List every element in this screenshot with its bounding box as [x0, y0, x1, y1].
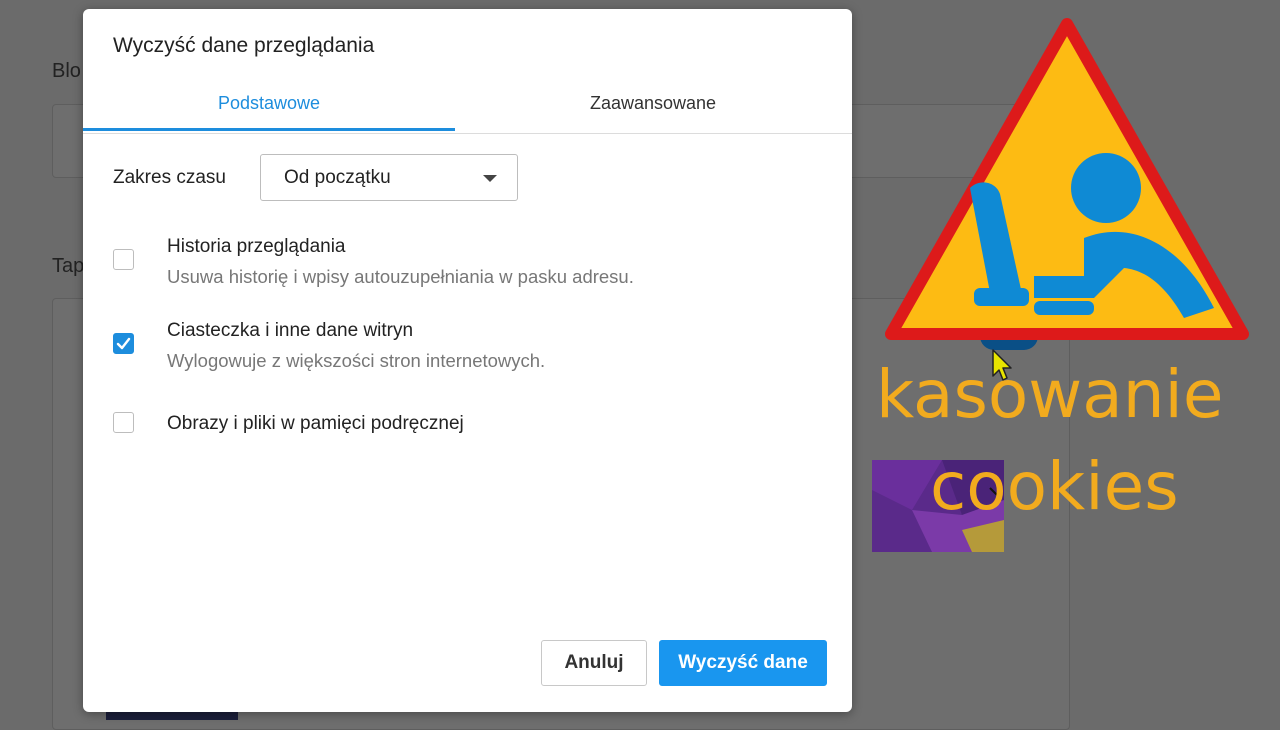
time-range-label: Zakres czasu — [113, 167, 226, 188]
option-title-cache: Obrazy i pliki w pamięci podręcznej — [167, 413, 464, 434]
dialog-title: Wyczyść dane przeglądania — [113, 34, 375, 57]
bg-section-label-2: Tap — [52, 255, 85, 277]
overlay-text-line2: cookies — [930, 448, 1179, 525]
checkbox-cookies[interactable] — [113, 333, 134, 354]
chevron-down-icon — [483, 175, 497, 182]
tab-bar: Podstawowe Zaawansowane — [83, 79, 852, 134]
bg-section-label-1: Blo — [52, 60, 81, 82]
clear-data-button[interactable]: Wyczyść dane — [659, 640, 827, 686]
checkbox-browsing-history[interactable] — [113, 249, 134, 270]
checkbox-cached-images[interactable] — [113, 412, 134, 433]
option-title-cookies: Ciasteczka i inne dane witryn — [167, 320, 414, 341]
time-range-select[interactable]: Od początku — [260, 154, 518, 201]
tab-basic[interactable]: Podstawowe — [83, 79, 455, 131]
bg-dark-thumbnail — [106, 712, 238, 720]
option-desc-history: Usuwa historię i wpisy autouzupełniania … — [167, 266, 634, 287]
cancel-button[interactable]: Anuluj — [541, 640, 647, 686]
warning-sign-icon — [885, 18, 1249, 340]
checkmark-icon — [116, 337, 131, 350]
option-title-history: Historia przeglądania — [167, 236, 346, 257]
overlay-text-line1: kasowanie — [876, 356, 1224, 433]
tab-advanced[interactable]: Zaawansowane — [468, 79, 838, 131]
clear-browsing-data-dialog: Wyczyść dane przeglądania Podstawowe Zaa… — [83, 9, 852, 712]
option-desc-cookies: Wylogowuje z większości stron internetow… — [167, 350, 546, 371]
time-range-value: Od początku — [284, 167, 391, 188]
